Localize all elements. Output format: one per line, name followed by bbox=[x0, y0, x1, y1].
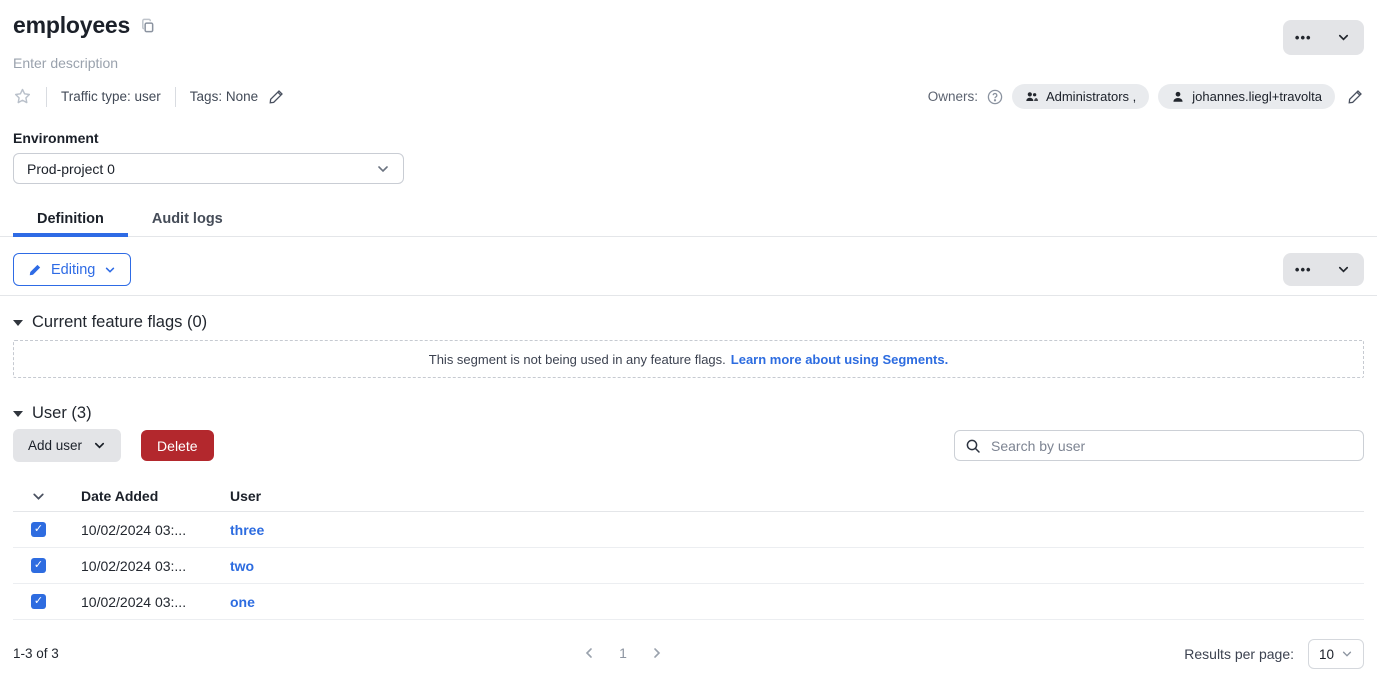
add-user-button[interactable]: Add user bbox=[13, 429, 121, 462]
date-added-cell: 10/02/2024 03:... bbox=[81, 558, 230, 574]
group-icon bbox=[1025, 90, 1039, 104]
column-header-date: Date Added bbox=[81, 488, 230, 504]
copy-icon[interactable] bbox=[140, 18, 155, 33]
editing-actions-group: ••• bbox=[1283, 253, 1364, 286]
editing-button[interactable]: Editing bbox=[13, 253, 131, 286]
results-per-page-label: Results per page: bbox=[1184, 646, 1294, 662]
page-title: employees bbox=[13, 12, 130, 39]
search-icon bbox=[965, 438, 981, 454]
results-per-page-value: 10 bbox=[1319, 647, 1334, 662]
chevron-down-icon bbox=[1337, 31, 1350, 44]
row-checkbox[interactable]: ✓ bbox=[31, 558, 46, 573]
environment-select[interactable]: Prod-project 0 bbox=[13, 153, 404, 184]
edit-tags-icon[interactable] bbox=[268, 88, 285, 105]
user-toolbar: Add user Delete bbox=[13, 429, 1364, 462]
table-row: ✓ 10/02/2024 03:... one bbox=[13, 584, 1364, 620]
help-icon[interactable] bbox=[987, 89, 1003, 105]
date-added-cell: 10/02/2024 03:... bbox=[81, 522, 230, 538]
owner-pill-user[interactable]: johannes.liegl+travolta bbox=[1158, 84, 1335, 109]
tab-definition[interactable]: Definition bbox=[13, 203, 128, 236]
table-footer: 1-3 of 3 1 Results per page: 10 bbox=[13, 634, 1364, 680]
divider bbox=[175, 87, 176, 107]
star-icon[interactable] bbox=[13, 87, 32, 106]
chevron-down-icon bbox=[93, 439, 106, 452]
users-table-header: Date Added User bbox=[13, 481, 1364, 512]
person-icon bbox=[1171, 90, 1185, 104]
feature-flags-section-header[interactable]: Current feature flags (0) bbox=[13, 313, 1364, 332]
more-actions-button[interactable]: ••• bbox=[1283, 20, 1324, 55]
ellipsis-icon: ••• bbox=[1295, 31, 1312, 44]
users-table: Date Added User ✓ 10/02/2024 03:... thre… bbox=[13, 481, 1364, 620]
meta-row: Traffic type: user Tags: None Owners: Ad… bbox=[13, 84, 1364, 109]
table-row: ✓ 10/02/2024 03:... three bbox=[13, 512, 1364, 548]
delete-button[interactable]: Delete bbox=[141, 430, 213, 461]
edit-owners-icon[interactable] bbox=[1347, 88, 1364, 105]
user-link[interactable]: three bbox=[230, 522, 1364, 538]
empty-state-text: This segment is not being used in any fe… bbox=[429, 352, 726, 367]
column-header-user: User bbox=[230, 488, 1364, 504]
chevron-down-icon bbox=[376, 162, 390, 176]
ellipsis-icon: ••• bbox=[1295, 263, 1312, 276]
previous-page-button[interactable] bbox=[578, 642, 600, 664]
owners-section: Owners: Administrators , johannes.liegl+… bbox=[928, 84, 1364, 109]
pagination: 1 bbox=[578, 642, 668, 664]
learn-more-link[interactable]: Learn more about using Segments. bbox=[731, 352, 948, 367]
description-placeholder[interactable]: Enter description bbox=[13, 55, 1364, 71]
user-link[interactable]: two bbox=[230, 558, 1364, 574]
title-actions: ••• bbox=[1283, 20, 1364, 55]
row-checkbox[interactable]: ✓ bbox=[31, 594, 46, 609]
tags-label: Tags: None bbox=[190, 89, 258, 104]
tab-bar: Definition Audit logs bbox=[0, 203, 1377, 237]
results-per-page-select[interactable]: 10 bbox=[1308, 639, 1364, 669]
add-user-label: Add user bbox=[28, 438, 82, 453]
editing-button-label: Editing bbox=[51, 262, 95, 278]
select-all-chevron-icon[interactable] bbox=[31, 489, 81, 504]
row-checkbox[interactable]: ✓ bbox=[31, 522, 46, 537]
tab-audit-logs[interactable]: Audit logs bbox=[128, 203, 247, 236]
segment-detail-page: employees ••• Enter description Traffic … bbox=[0, 10, 1377, 680]
divider bbox=[46, 87, 47, 107]
chevron-down-icon bbox=[104, 264, 116, 276]
user-link[interactable]: one bbox=[230, 594, 1364, 610]
feature-flags-header-label: Current feature flags (0) bbox=[32, 313, 207, 332]
chevron-left-icon bbox=[582, 646, 596, 660]
feature-flags-empty-state: This segment is not being used in any fe… bbox=[13, 340, 1364, 378]
more-actions-button[interactable]: ••• bbox=[1283, 253, 1324, 286]
title-row: employees bbox=[13, 10, 1364, 40]
owner-pill-label: Administrators , bbox=[1046, 89, 1136, 104]
next-page-button[interactable] bbox=[646, 642, 668, 664]
owner-pill-administrators[interactable]: Administrators , bbox=[1012, 84, 1149, 109]
chevron-down-icon bbox=[1341, 648, 1353, 660]
environment-label: Environment bbox=[13, 130, 1364, 146]
owner-pill-label: johannes.liegl+travolta bbox=[1192, 89, 1322, 104]
owners-label: Owners: bbox=[928, 89, 978, 104]
editing-toolbar: Editing ••• bbox=[0, 253, 1377, 296]
caret-down-icon bbox=[13, 320, 23, 326]
actions-chevron-button[interactable] bbox=[1324, 253, 1365, 286]
user-section-header[interactable]: User (3) bbox=[13, 404, 1364, 423]
user-search-box bbox=[954, 430, 1364, 461]
title-actions-group: ••• bbox=[1283, 20, 1364, 55]
chevron-down-icon bbox=[1337, 263, 1350, 276]
environment-selected-value: Prod-project 0 bbox=[27, 161, 115, 177]
chevron-right-icon bbox=[650, 646, 664, 660]
actions-chevron-button[interactable] bbox=[1324, 20, 1365, 55]
table-row: ✓ 10/02/2024 03:... two bbox=[13, 548, 1364, 584]
pencil-icon bbox=[28, 263, 42, 277]
results-per-page: Results per page: 10 bbox=[1184, 639, 1364, 669]
user-search-input[interactable] bbox=[989, 437, 1353, 455]
user-header-label: User (3) bbox=[32, 404, 92, 423]
caret-down-icon bbox=[13, 411, 23, 417]
current-page-number[interactable]: 1 bbox=[612, 645, 634, 661]
date-added-cell: 10/02/2024 03:... bbox=[81, 594, 230, 610]
results-range-label: 1-3 of 3 bbox=[13, 646, 59, 661]
traffic-type-label: Traffic type: user bbox=[61, 89, 161, 104]
